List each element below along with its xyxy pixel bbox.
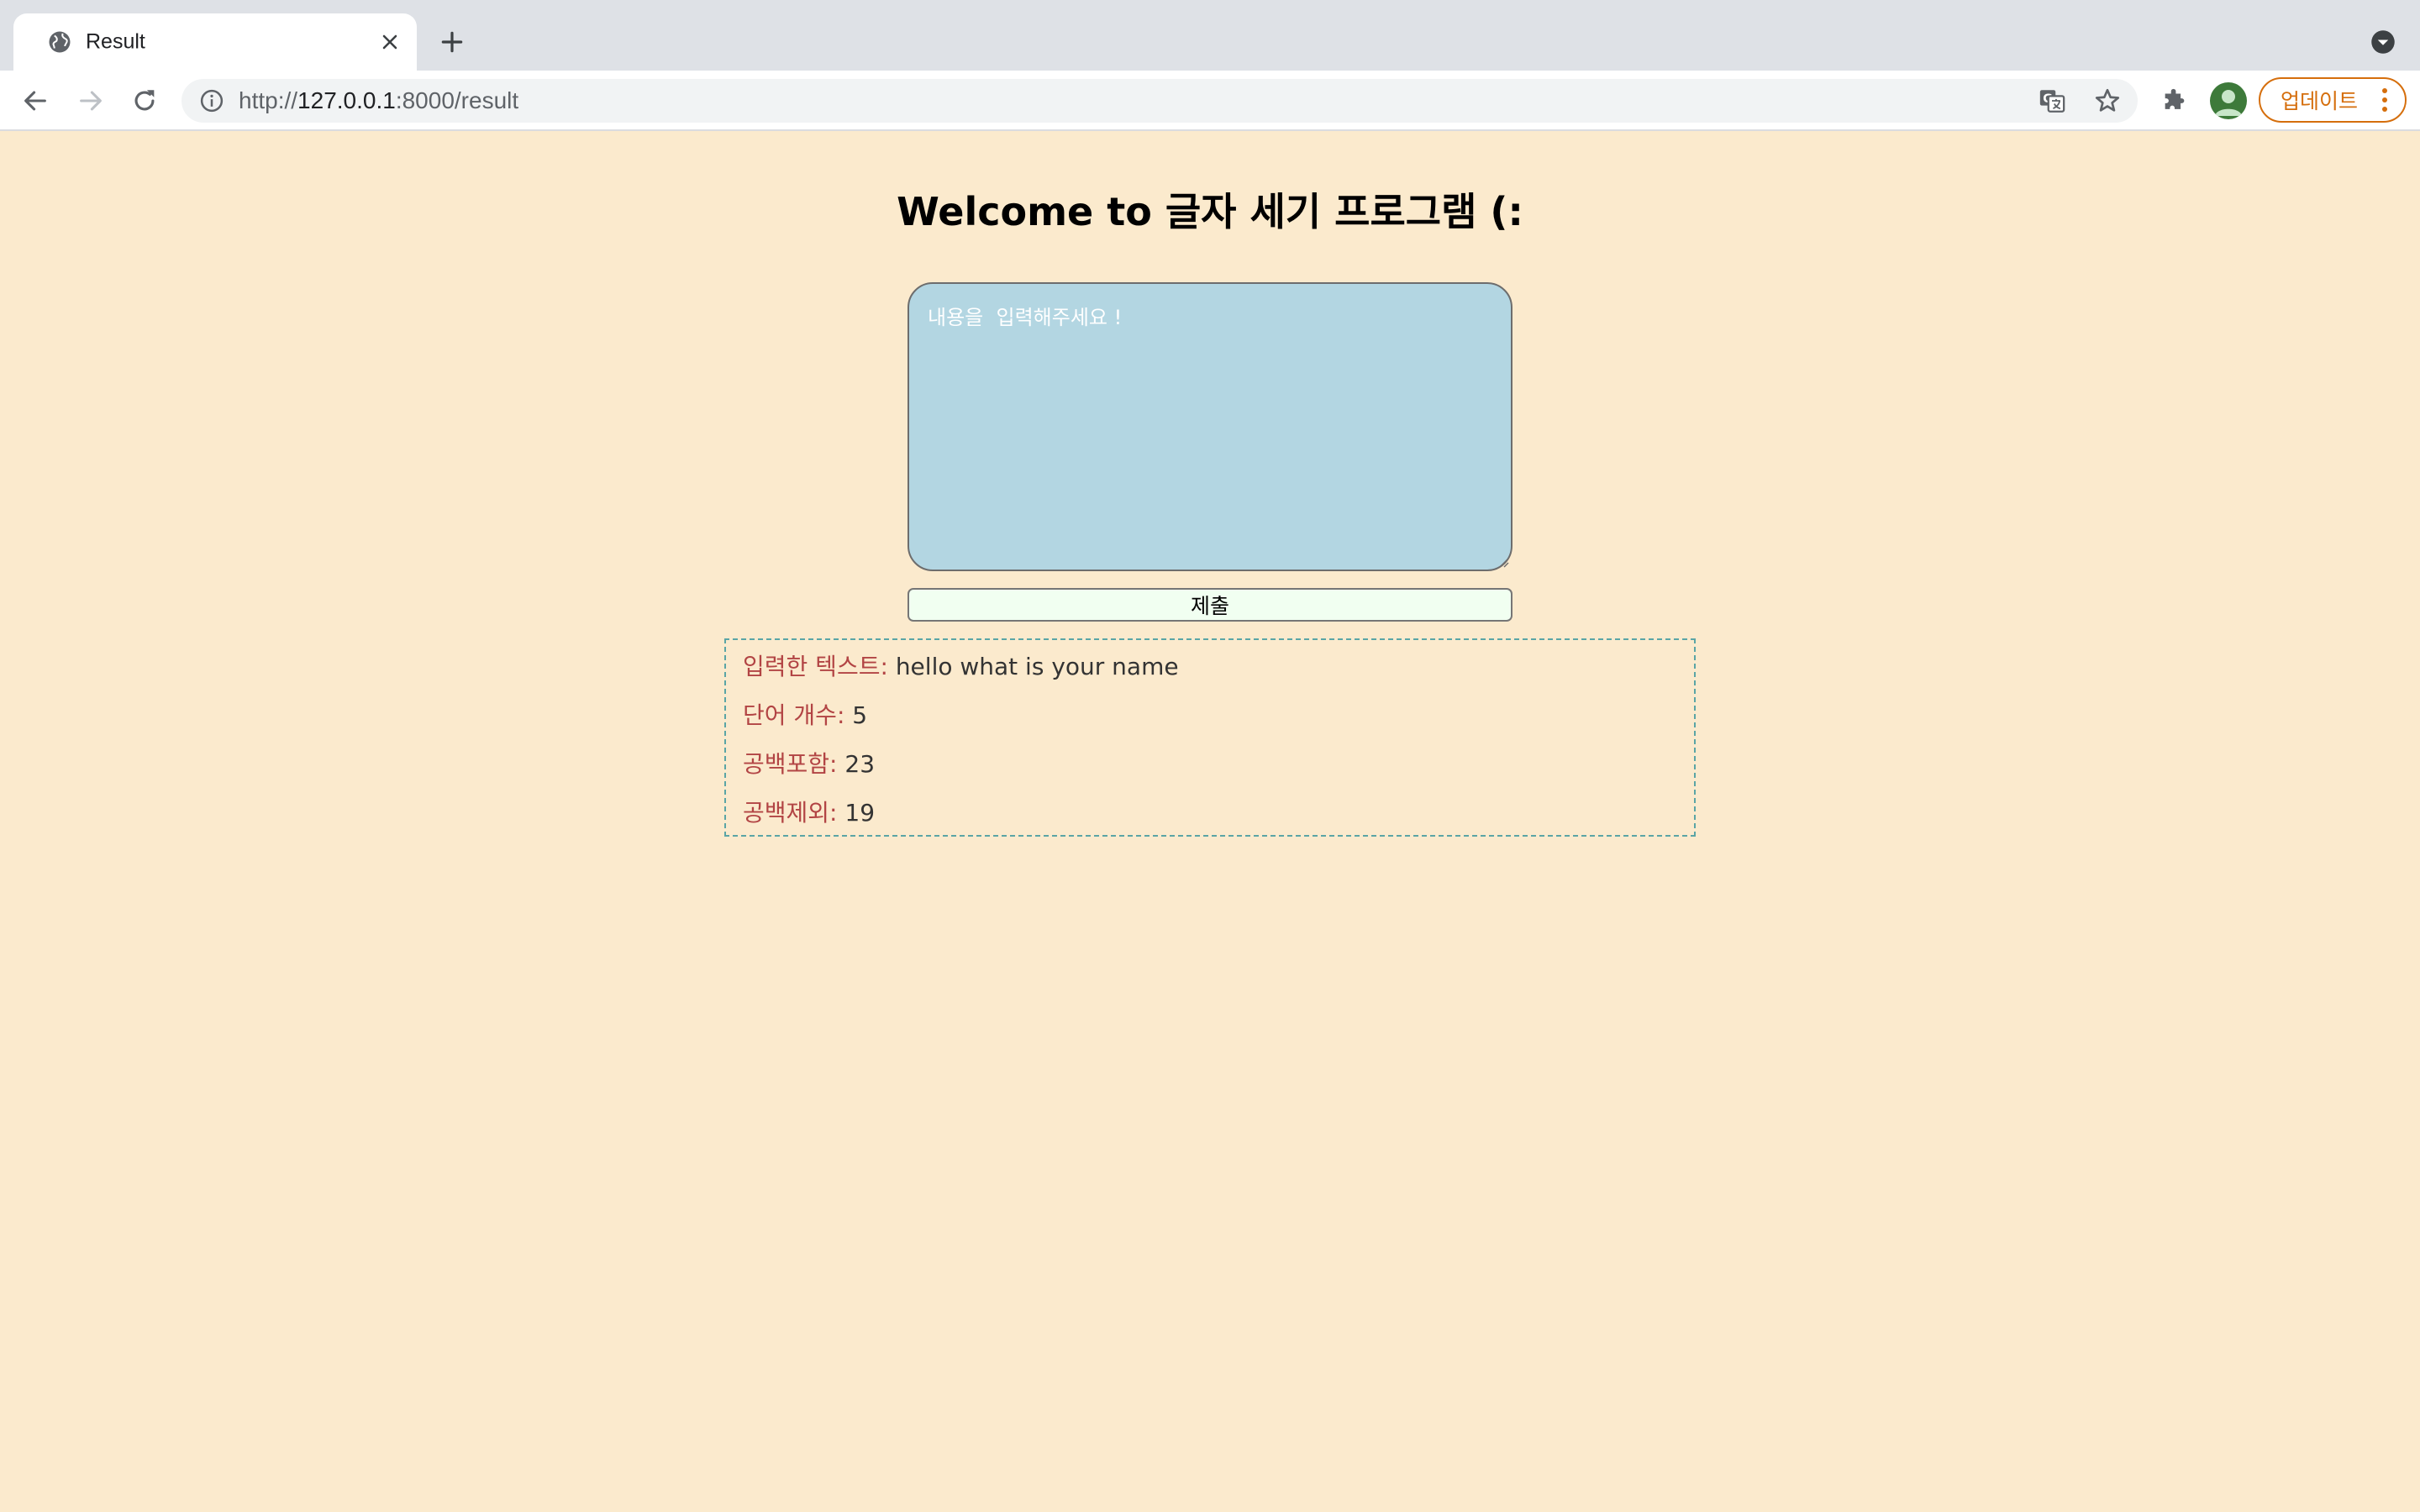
browser-toolbar: http://127.0.0.1:8000/result G 업데이트 <box>0 71 2420 131</box>
result-label: 단어 개수: <box>743 701 845 729</box>
result-input-text: 입력한 텍스트: hello what is your name <box>743 648 1179 682</box>
chevron-down-circle-icon[interactable] <box>2370 29 2396 55</box>
result-value: 19 <box>844 799 876 827</box>
update-button[interactable]: 업데이트 <box>2259 77 2407 123</box>
result-chars-with-spaces: 공백포함: 23 <box>743 746 875 780</box>
globe-icon <box>49 31 71 53</box>
result-chars-without-spaces: 공백제외: 19 <box>743 795 875 828</box>
info-icon[interactable] <box>199 88 224 113</box>
reload-icon[interactable] <box>130 87 159 115</box>
result-value: 23 <box>844 750 876 778</box>
result-label: 공백제외: <box>743 799 838 827</box>
text-input-area[interactable] <box>908 282 1512 571</box>
url-text: http://127.0.0.1:8000/result <box>239 87 518 114</box>
resize-grip-icon[interactable] <box>1497 556 1509 568</box>
url-host: 127.0.0.1 <box>297 87 396 113</box>
tab-strip: Result <box>0 0 2420 71</box>
kebab-menu-icon[interactable] <box>2381 87 2388 113</box>
translate-icon[interactable]: G <box>2038 87 2066 115</box>
back-arrow-icon[interactable] <box>21 87 50 115</box>
puzzle-icon[interactable] <box>2160 87 2189 115</box>
update-button-label: 업데이트 <box>2281 89 2359 113</box>
star-icon[interactable] <box>2093 87 2122 115</box>
close-icon[interactable] <box>378 30 402 54</box>
result-label: 입력한 텍스트: <box>743 653 888 680</box>
forward-arrow-icon[interactable] <box>76 87 105 115</box>
url-path: :8000/result <box>395 87 519 113</box>
browser-tab[interactable]: Result <box>13 13 417 71</box>
avatar-icon[interactable] <box>2210 82 2247 119</box>
result-value: 5 <box>852 701 868 729</box>
result-label: 공백포함: <box>743 750 838 778</box>
page-title: Welcome to 글자 세기 프로그램 (: <box>897 189 1523 234</box>
tab-title: Result <box>86 29 145 54</box>
url-scheme: http:// <box>239 87 298 113</box>
results-box: 입력한 텍스트: hello what is your name 단어 개수: … <box>724 638 1696 837</box>
result-word-count: 단어 개수: 5 <box>743 697 867 731</box>
result-value: hello what is your name <box>895 653 1179 680</box>
submit-button[interactable]: 제출 <box>908 588 1512 622</box>
address-bar[interactable]: http://127.0.0.1:8000/result G <box>182 79 2138 123</box>
plus-icon[interactable] <box>439 29 466 55</box>
